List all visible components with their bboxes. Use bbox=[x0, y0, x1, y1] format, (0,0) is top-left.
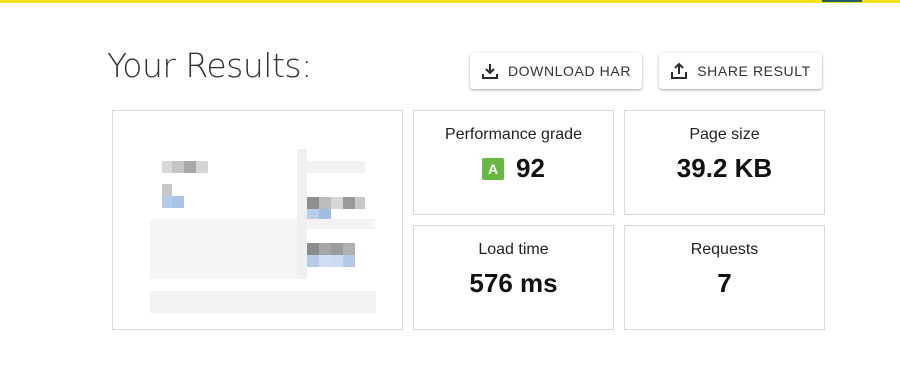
download-har-button[interactable]: DOWNLOAD HAR bbox=[470, 53, 642, 89]
performance-grade-value-row: A 92 bbox=[414, 153, 613, 184]
page-size-label: Page size bbox=[689, 126, 760, 143]
load-time-value: 576 ms bbox=[469, 268, 558, 298]
download-har-label: DOWNLOAD HAR bbox=[507, 63, 632, 79]
page-size-card: Page size 39.2 KB bbox=[624, 110, 825, 215]
performance-grade-label: Performance grade bbox=[445, 126, 582, 143]
requests-value: 7 bbox=[717, 268, 732, 298]
requests-label: Requests bbox=[690, 241, 759, 258]
page-screenshot-card bbox=[112, 110, 403, 330]
performance-grade-score: 92 bbox=[516, 153, 545, 183]
load-time-card: Load time 576 ms bbox=[413, 225, 614, 330]
page-screenshot-thumbnail bbox=[113, 111, 402, 329]
download-icon bbox=[481, 62, 499, 80]
grade-badge: A bbox=[482, 157, 505, 180]
top-accent-bar bbox=[0, 0, 900, 3]
requests-card: Requests 7 bbox=[624, 225, 825, 330]
performance-grade-card: Performance grade A 92 bbox=[413, 110, 614, 215]
top-nav-tab-indicator bbox=[822, 0, 862, 2]
page-size-value: 39.2 KB bbox=[676, 153, 773, 183]
share-icon bbox=[670, 62, 688, 80]
share-result-label: SHARE RESULT bbox=[697, 63, 811, 79]
share-result-button[interactable]: SHARE RESULT bbox=[659, 53, 822, 89]
page-title: Your Results: bbox=[107, 46, 312, 85]
load-time-label: Load time bbox=[478, 241, 549, 258]
